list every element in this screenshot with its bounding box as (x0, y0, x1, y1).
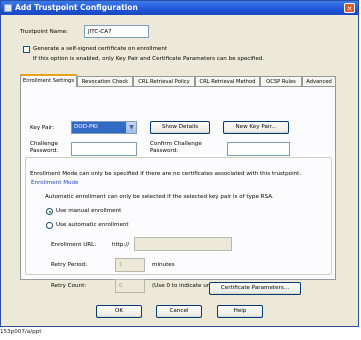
help-button[interactable]: Help (217, 305, 263, 318)
app-icon (4, 4, 12, 12)
tab-enrollment-settings[interactable]: Enrollment Settings (20, 74, 77, 87)
ok-button[interactable]: OK (96, 305, 142, 318)
automatic-enrollment-label: Use automatic enrollment (56, 222, 129, 228)
manual-enrollment-radio[interactable] (46, 208, 53, 215)
enrollment-url-input[interactable] (134, 237, 232, 251)
retry-count-label: Retry Count: (51, 283, 87, 289)
automatic-enrollment-note: Automatic enrollment can only be selecte… (45, 194, 274, 200)
cancel-button[interactable]: Cancel (156, 305, 202, 318)
enrollment-mode-note: Enrollment Mode can only be specified if… (30, 171, 302, 177)
window-title: Add Trustpoint Configuration (15, 3, 138, 12)
chevron-down-icon[interactable]: ▼ (126, 122, 136, 133)
enrollment-url-label: Enrollment URL: (51, 242, 97, 248)
confirm-password-label-line2: Password: (150, 148, 179, 154)
confirm-password-label-line1: Confirm Challenge (150, 141, 202, 147)
new-key-pair-button[interactable]: New Key Pair... (223, 121, 289, 134)
show-details-button[interactable]: Show Details (150, 121, 210, 134)
retry-period-input[interactable]: 1 (115, 258, 145, 272)
retry-count-input[interactable]: 0 (115, 279, 145, 293)
automatic-enrollment-radio[interactable] (46, 222, 53, 229)
challenge-password-label-line2: Password: (30, 148, 59, 154)
self-signed-note: If this option is enabled, only Key Pair… (33, 56, 265, 62)
retry-period-label: Retry Period: (51, 262, 87, 268)
self-signed-checkbox[interactable] (23, 46, 30, 53)
key-pair-label: Key Pair: (30, 125, 55, 131)
enrollment-mode-legend: Enrollment Mode (30, 180, 80, 186)
title-bar[interactable]: Add Trustpoint Configuration ✕ (1, 1, 358, 15)
challenge-password-label-line1: Challenge (30, 141, 58, 147)
key-pair-select[interactable]: DOD-PKI ▼ (71, 121, 137, 134)
confirm-password-input[interactable] (227, 142, 290, 156)
figure-caption: 153p007/a/ppt (0, 329, 42, 335)
retry-period-unit: minutes (152, 262, 175, 268)
trustpoint-name-label: Trustpoint Name: (20, 29, 68, 35)
trustpoint-name-input[interactable]: JITC-CA7 (84, 25, 149, 38)
key-pair-value: DOD-PKI (72, 122, 128, 133)
self-signed-label: Generate a self-signed certificate on en… (33, 46, 168, 52)
challenge-password-input[interactable] (71, 142, 137, 156)
enrollment-url-prefix: http:// (112, 242, 130, 248)
close-button[interactable]: ✕ (344, 3, 355, 13)
certificate-parameters-button[interactable]: Certificate Parameters... (209, 282, 301, 295)
manual-enrollment-label: Use manual enrollment (56, 208, 122, 214)
